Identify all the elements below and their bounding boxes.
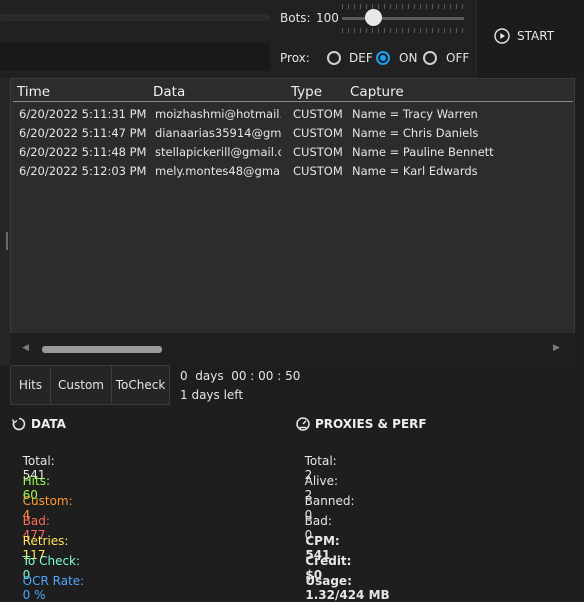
column-header-capture[interactable]: Capture	[350, 84, 404, 100]
cell-time: 6/20/2022 5:11:48 PM	[19, 145, 147, 159]
scroll-right-icon[interactable]: ▶	[553, 343, 560, 353]
speedometer-icon	[296, 417, 310, 431]
cell-time: 6/20/2022 5:11:47 PM	[19, 126, 147, 140]
start-button[interactable]: START	[494, 28, 554, 44]
cell-type: CUSTOM	[293, 164, 343, 178]
column-header-type[interactable]: Type	[291, 84, 322, 100]
bots-slider-track[interactable]	[342, 17, 464, 20]
result-tabs: Hits Custom ToCheck	[10, 365, 170, 405]
grid-header: Time Data Type Capture	[10, 84, 575, 102]
header-divider	[13, 101, 573, 102]
cell-data: stellapickerill@gmail.co	[155, 145, 281, 159]
left-splitter[interactable]	[0, 78, 10, 365]
cell-time: 6/20/2022 5:11:31 PM	[19, 107, 147, 121]
cell-capture: Name = Pauline Bennett	[352, 145, 494, 159]
data-section-header: DATA	[12, 417, 66, 431]
progress-track	[0, 14, 270, 21]
usage-value: 1.32/424 MB	[305, 588, 390, 602]
tab-tocheck[interactable]: ToCheck	[111, 365, 170, 405]
play-circle-icon	[494, 28, 510, 44]
proxies-section-header: PROXIES & PERF	[296, 417, 427, 431]
cell-data: dianaarias35914@gmail	[155, 126, 281, 140]
start-label: START	[517, 29, 555, 43]
slider-ticks-bottom	[342, 28, 464, 33]
table-row[interactable]: 6/20/2022 5:11:48 PM stellapickerill@gma…	[10, 145, 575, 164]
bots-label: Bots:	[280, 11, 311, 25]
prox-option-def[interactable]: DEF	[349, 51, 373, 65]
stat-ocr-rate-label: OCR Rate:	[22, 574, 85, 588]
data-section-title: DATA	[31, 417, 66, 431]
cell-type: CUSTOM	[293, 107, 343, 121]
refresh-cycle-icon	[12, 417, 26, 431]
scroll-left-icon[interactable]: ◀	[22, 343, 29, 353]
tab-custom[interactable]: Custom	[50, 365, 112, 405]
config-input-field[interactable]	[0, 43, 270, 71]
table-row[interactable]: 6/20/2022 5:11:31 PM moizhashmi@hotmail.…	[10, 107, 575, 126]
bots-slider-thumb[interactable]	[365, 9, 382, 26]
column-header-time[interactable]: Time	[17, 84, 50, 100]
table-row[interactable]: 6/20/2022 5:11:47 PM dianaarias35914@gma…	[10, 126, 575, 145]
prox-radio-def[interactable]	[327, 51, 341, 65]
cell-data: mely.montes48@gmail.	[155, 164, 281, 178]
prox-radio-on[interactable]	[376, 51, 390, 65]
column-header-data[interactable]: Data	[153, 84, 185, 100]
stat-ocr-rate-value: 0 %	[22, 588, 46, 602]
slider-ticks-top	[342, 4, 464, 9]
cell-data: moizhashmi@hotmail.co	[155, 107, 281, 121]
cell-capture: Name = Tracy Warren	[352, 107, 478, 121]
usage-label: Usage:	[305, 574, 352, 588]
proxies-section-title: PROXIES & PERF	[315, 417, 427, 431]
cell-type: CUSTOM	[293, 126, 343, 140]
perf-stat-usage: Usage: 1.32/424 MB	[297, 560, 390, 602]
scrollbar-thumb[interactable]	[42, 346, 162, 353]
stat-ocr-rate: OCR Rate: 0 %	[15, 560, 85, 602]
tab-hits[interactable]: Hits	[10, 365, 51, 405]
elapsed-timer: 0 days 00 : 00 : 50	[180, 369, 301, 383]
cell-time: 6/20/2022 5:12:03 PM	[19, 164, 147, 178]
cell-capture: Name = Chris Daniels	[352, 126, 479, 140]
bots-value: 100	[316, 11, 339, 25]
prox-radio-off[interactable]	[423, 51, 437, 65]
splitter-grip[interactable]	[6, 232, 8, 250]
remaining-time: 1 days left	[180, 388, 244, 402]
table-row[interactable]: 6/20/2022 5:12:03 PM mely.montes48@gmail…	[10, 164, 575, 183]
prox-option-off[interactable]: OFF	[446, 51, 469, 65]
prox-option-on[interactable]: ON	[399, 51, 417, 65]
cell-type: CUSTOM	[293, 145, 343, 159]
cell-capture: Name = Karl Edwards	[352, 164, 478, 178]
prox-label: Prox:	[280, 51, 310, 65]
